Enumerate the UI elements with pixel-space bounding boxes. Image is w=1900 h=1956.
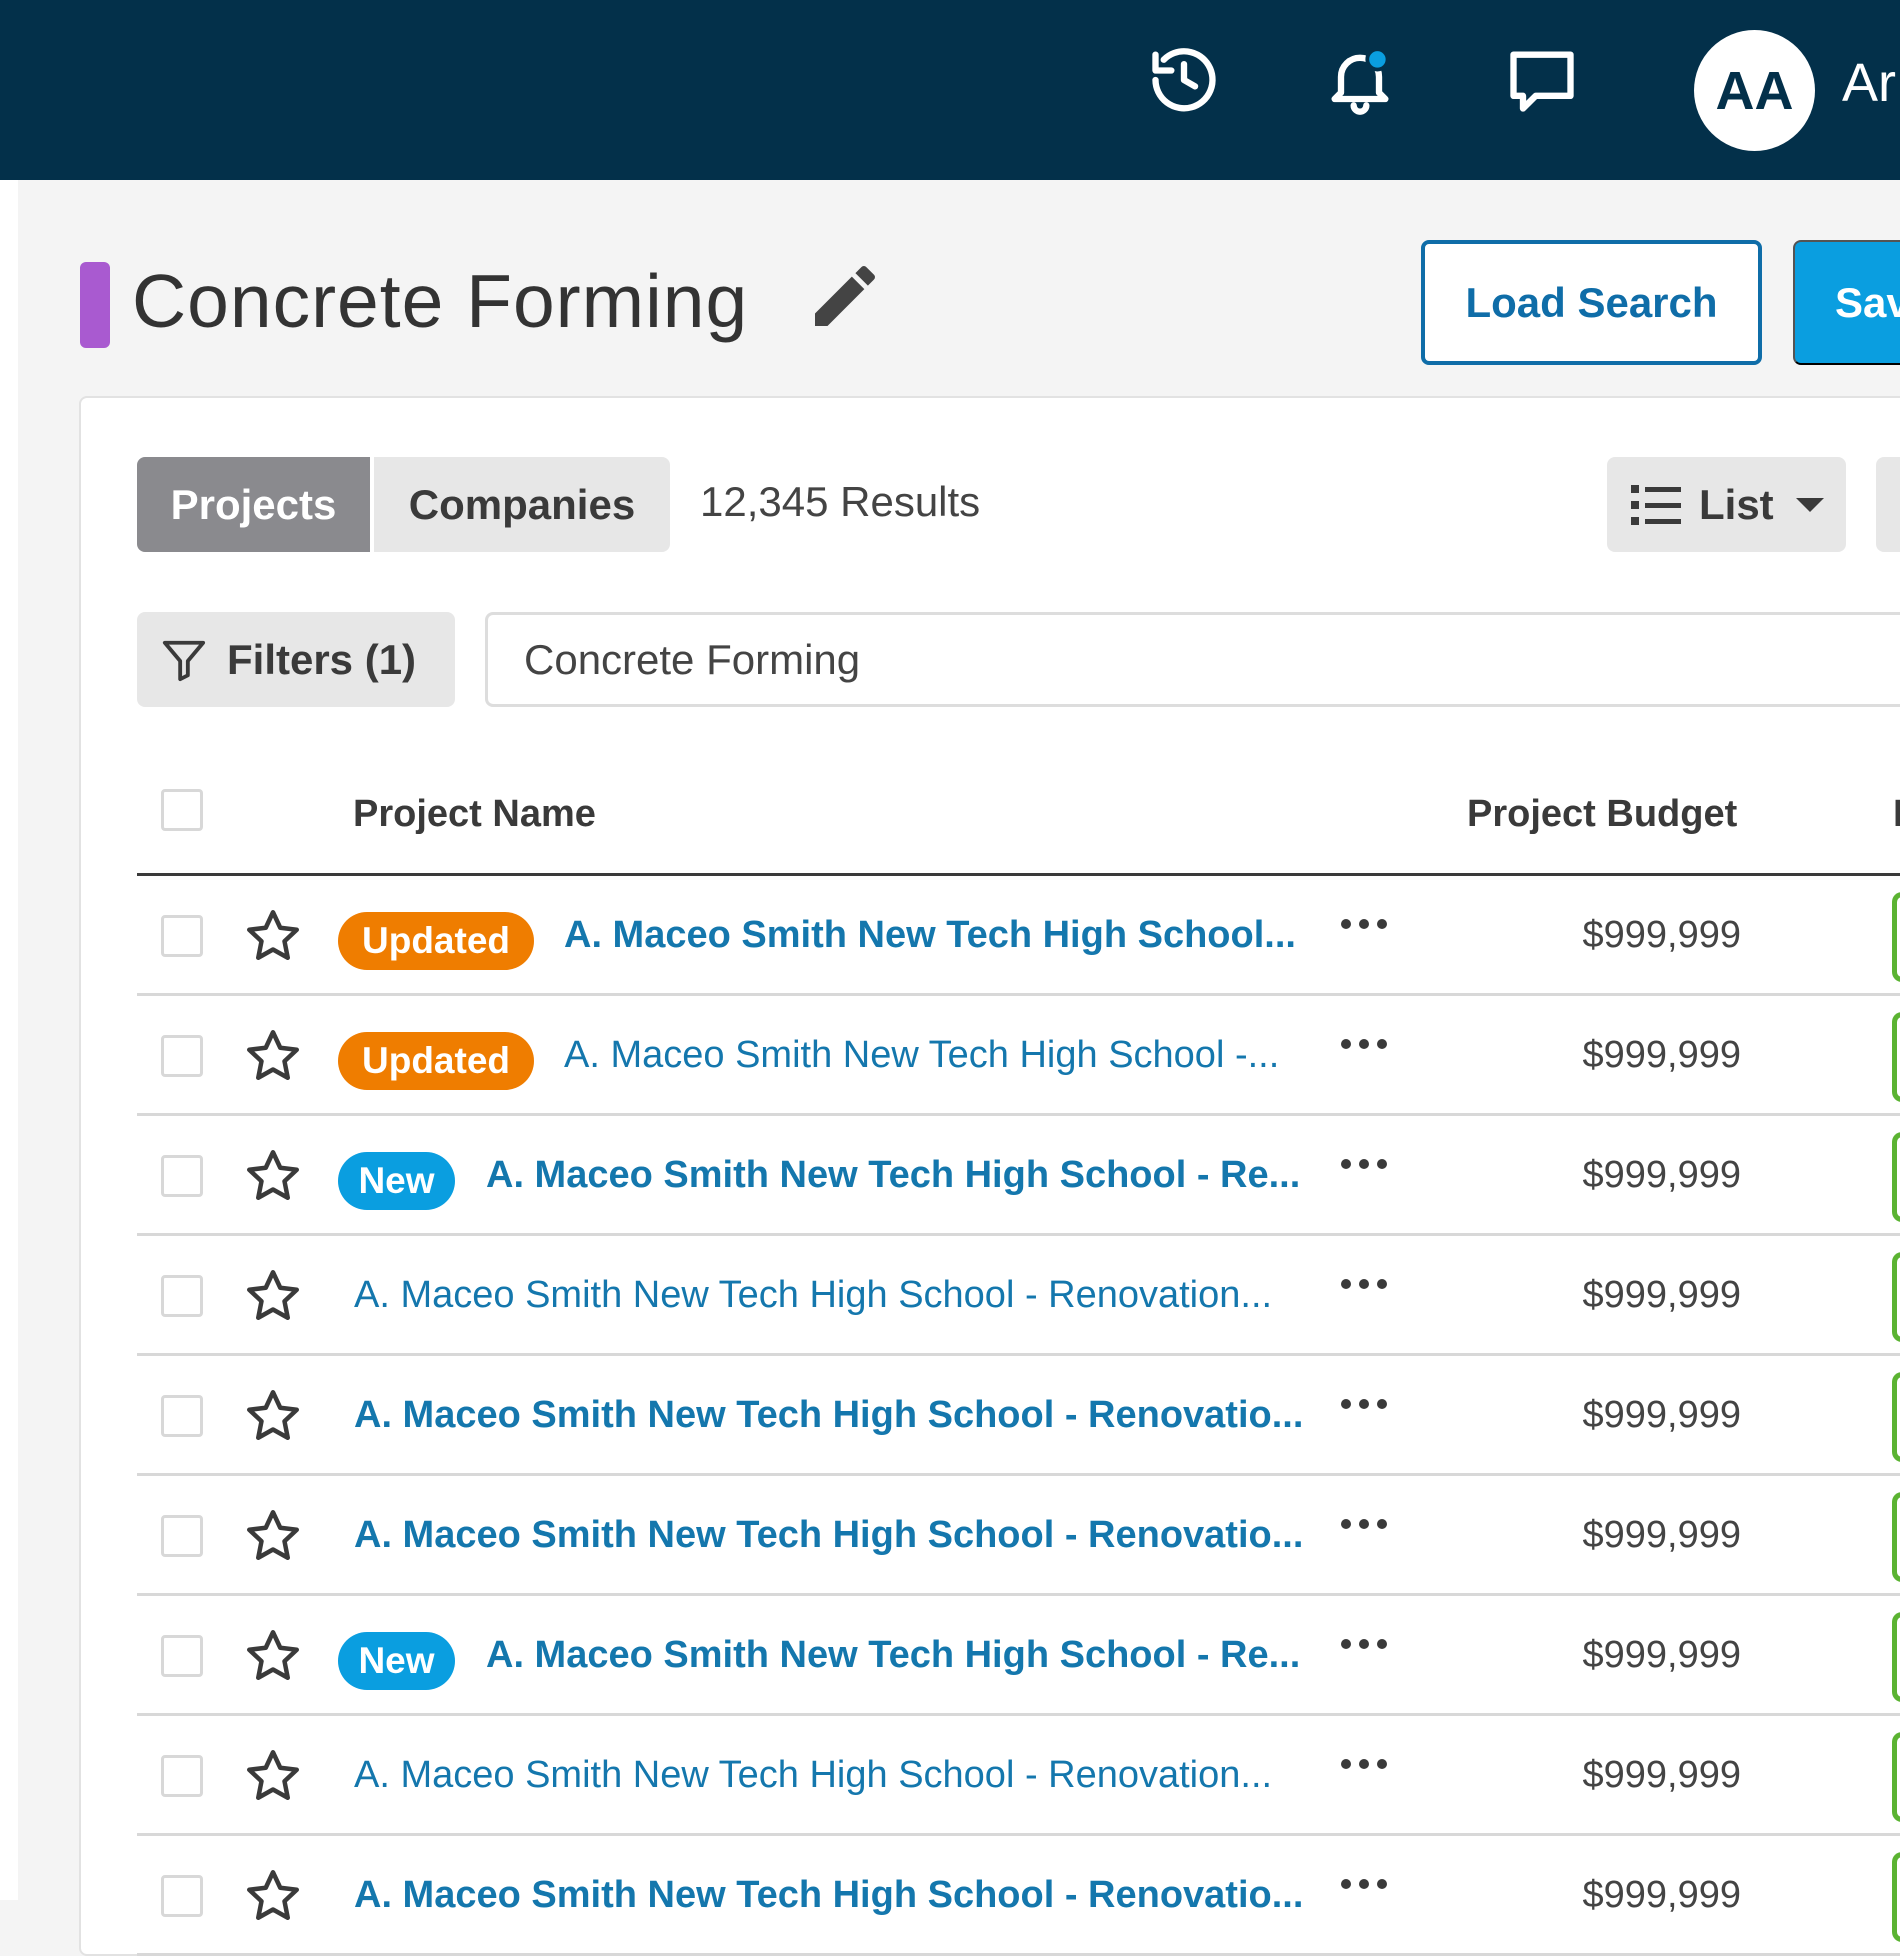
load-search-button[interactable]: Load Search xyxy=(1421,240,1762,365)
column-header-project-name[interactable]: Project Name xyxy=(353,793,596,836)
star-icon[interactable] xyxy=(242,1626,304,1686)
star-icon[interactable] xyxy=(242,906,304,966)
project-name-link[interactable]: A. Maceo Smith New Tech High School - Re… xyxy=(354,1394,1303,1437)
table-row[interactable]: New A. Maceo Smith New Tech High School -… xyxy=(137,1116,1900,1236)
row-checkbox[interactable] xyxy=(161,1155,203,1197)
star-icon[interactable] xyxy=(242,1266,304,1326)
chat-icon[interactable] xyxy=(1502,40,1582,120)
status-indicator xyxy=(1892,1852,1900,1942)
project-name-link[interactable]: A. Maceo Smith New Tech High School -... xyxy=(564,1034,1279,1077)
row-checkbox[interactable] xyxy=(161,1275,203,1317)
star-icon[interactable] xyxy=(242,1506,304,1566)
project-name-link[interactable]: A. Maceo Smith New Tech High School - Re… xyxy=(486,1154,1300,1197)
status-indicator xyxy=(1892,1132,1900,1222)
more-actions-icon[interactable] xyxy=(1337,1624,1391,1664)
project-name-link[interactable]: A. Maceo Smith New Tech High School - Re… xyxy=(354,1874,1303,1917)
project-budget-value: $999,999 xyxy=(1582,1154,1742,1196)
table-row[interactable]: Updated A. Maceo Smith New Tech High Scho… xyxy=(137,996,1900,1116)
status-indicator xyxy=(1892,1012,1900,1102)
project-name-link[interactable]: A. Maceo Smith New Tech High School - Re… xyxy=(354,1754,1272,1797)
star-icon[interactable] xyxy=(242,1746,304,1806)
project-name-link[interactable]: A. Maceo Smith New Tech High School... xyxy=(564,914,1296,957)
table-row[interactable]: A. Maceo Smith New Tech High School - Re… xyxy=(137,1716,1900,1836)
edit-pencil-icon[interactable] xyxy=(805,256,885,336)
project-budget-value: $999,999 xyxy=(1582,914,1742,956)
project-budget-value: $999,999 xyxy=(1582,1034,1742,1076)
status-badge: New xyxy=(338,1152,455,1210)
filters-label: Filters (1) xyxy=(227,635,417,683)
status-badge: Updated xyxy=(338,912,534,970)
top-nav-bar: AA Ar xyxy=(0,0,1900,180)
user-avatar[interactable]: AA xyxy=(1694,30,1815,151)
more-actions-icon[interactable] xyxy=(1337,1864,1391,1904)
more-actions-icon[interactable] xyxy=(1337,1744,1391,1784)
row-checkbox[interactable] xyxy=(161,1515,203,1557)
table-row[interactable]: Updated A. Maceo Smith New Tech High Scho… xyxy=(137,876,1900,996)
row-checkbox[interactable] xyxy=(161,915,203,957)
user-name[interactable]: Ar xyxy=(1842,52,1896,114)
left-edge-strip xyxy=(0,180,18,1900)
table-row[interactable]: A. Maceo Smith New Tech High School - Re… xyxy=(137,1356,1900,1476)
table-row[interactable]: A. Maceo Smith New Tech High School - Re… xyxy=(137,1236,1900,1356)
history-icon[interactable] xyxy=(1144,40,1224,120)
select-all-checkbox[interactable] xyxy=(161,789,203,831)
tab-companies[interactable]: Companies xyxy=(374,457,670,552)
star-icon[interactable] xyxy=(242,1386,304,1446)
status-indicator xyxy=(1892,1372,1900,1462)
project-budget-value: $999,999 xyxy=(1582,1634,1742,1676)
row-checkbox[interactable] xyxy=(161,1035,203,1077)
view-mode-dropdown[interactable]: List xyxy=(1607,457,1846,552)
project-budget-value: $999,999 xyxy=(1582,1754,1742,1796)
star-icon[interactable] xyxy=(242,1026,304,1086)
more-actions-icon[interactable] xyxy=(1337,1144,1391,1184)
notifications-bell-icon[interactable] xyxy=(1320,40,1400,120)
column-header-next[interactable]: I xyxy=(1893,793,1900,836)
more-actions-icon[interactable] xyxy=(1337,1384,1391,1424)
filters-button[interactable]: Filters (1) xyxy=(137,612,455,707)
table-row[interactable]: New A. Maceo Smith New Tech High School -… xyxy=(137,1596,1900,1716)
more-actions-icon[interactable] xyxy=(1337,904,1391,944)
status-indicator xyxy=(1892,1612,1900,1702)
project-name-link[interactable]: A. Maceo Smith New Tech High School - Re… xyxy=(354,1514,1303,1557)
status-indicator xyxy=(1892,892,1900,982)
title-color-marker xyxy=(80,262,110,348)
more-actions-icon[interactable] xyxy=(1337,1264,1391,1304)
column-header-project-budget[interactable]: Project Budget xyxy=(1467,793,1737,836)
more-actions-icon[interactable] xyxy=(1337,1504,1391,1544)
chevron-down-icon xyxy=(1795,497,1824,512)
search-input[interactable] xyxy=(485,612,1900,707)
row-checkbox[interactable] xyxy=(161,1875,203,1917)
project-budget-value: $999,999 xyxy=(1582,1874,1742,1916)
filter-funnel-icon xyxy=(162,640,206,681)
status-indicator xyxy=(1892,1492,1900,1582)
more-actions-icon[interactable] xyxy=(1337,1024,1391,1064)
status-indicator xyxy=(1892,1252,1900,1342)
table-row[interactable]: A. Maceo Smith New Tech High School - Re… xyxy=(137,1836,1900,1956)
project-name-link[interactable]: A. Maceo Smith New Tech High School - Re… xyxy=(354,1274,1272,1317)
tab-projects[interactable]: Projects xyxy=(137,457,370,552)
view-mode-label: List xyxy=(1699,480,1774,528)
row-checkbox[interactable] xyxy=(161,1635,203,1677)
status-indicator xyxy=(1892,1732,1900,1822)
page-title: Concrete Forming xyxy=(132,259,749,343)
row-checkbox[interactable] xyxy=(161,1755,203,1797)
star-icon[interactable] xyxy=(242,1146,304,1206)
star-icon[interactable] xyxy=(242,1866,304,1926)
results-count: 12,345 Results xyxy=(700,478,981,525)
toolbar-extra-button[interactable] xyxy=(1876,457,1900,552)
project-budget-value: $999,999 xyxy=(1582,1514,1742,1556)
status-badge: New xyxy=(338,1632,455,1690)
table-row[interactable]: A. Maceo Smith New Tech High School - Re… xyxy=(137,1476,1900,1596)
status-badge: Updated xyxy=(338,1032,534,1090)
project-name-link[interactable]: A. Maceo Smith New Tech High School - Re… xyxy=(486,1634,1300,1677)
list-icon xyxy=(1631,484,1681,525)
row-checkbox[interactable] xyxy=(161,1395,203,1437)
project-budget-value: $999,999 xyxy=(1582,1394,1742,1436)
project-budget-value: $999,999 xyxy=(1582,1274,1742,1316)
save-search-button[interactable]: Sav xyxy=(1793,240,1900,365)
